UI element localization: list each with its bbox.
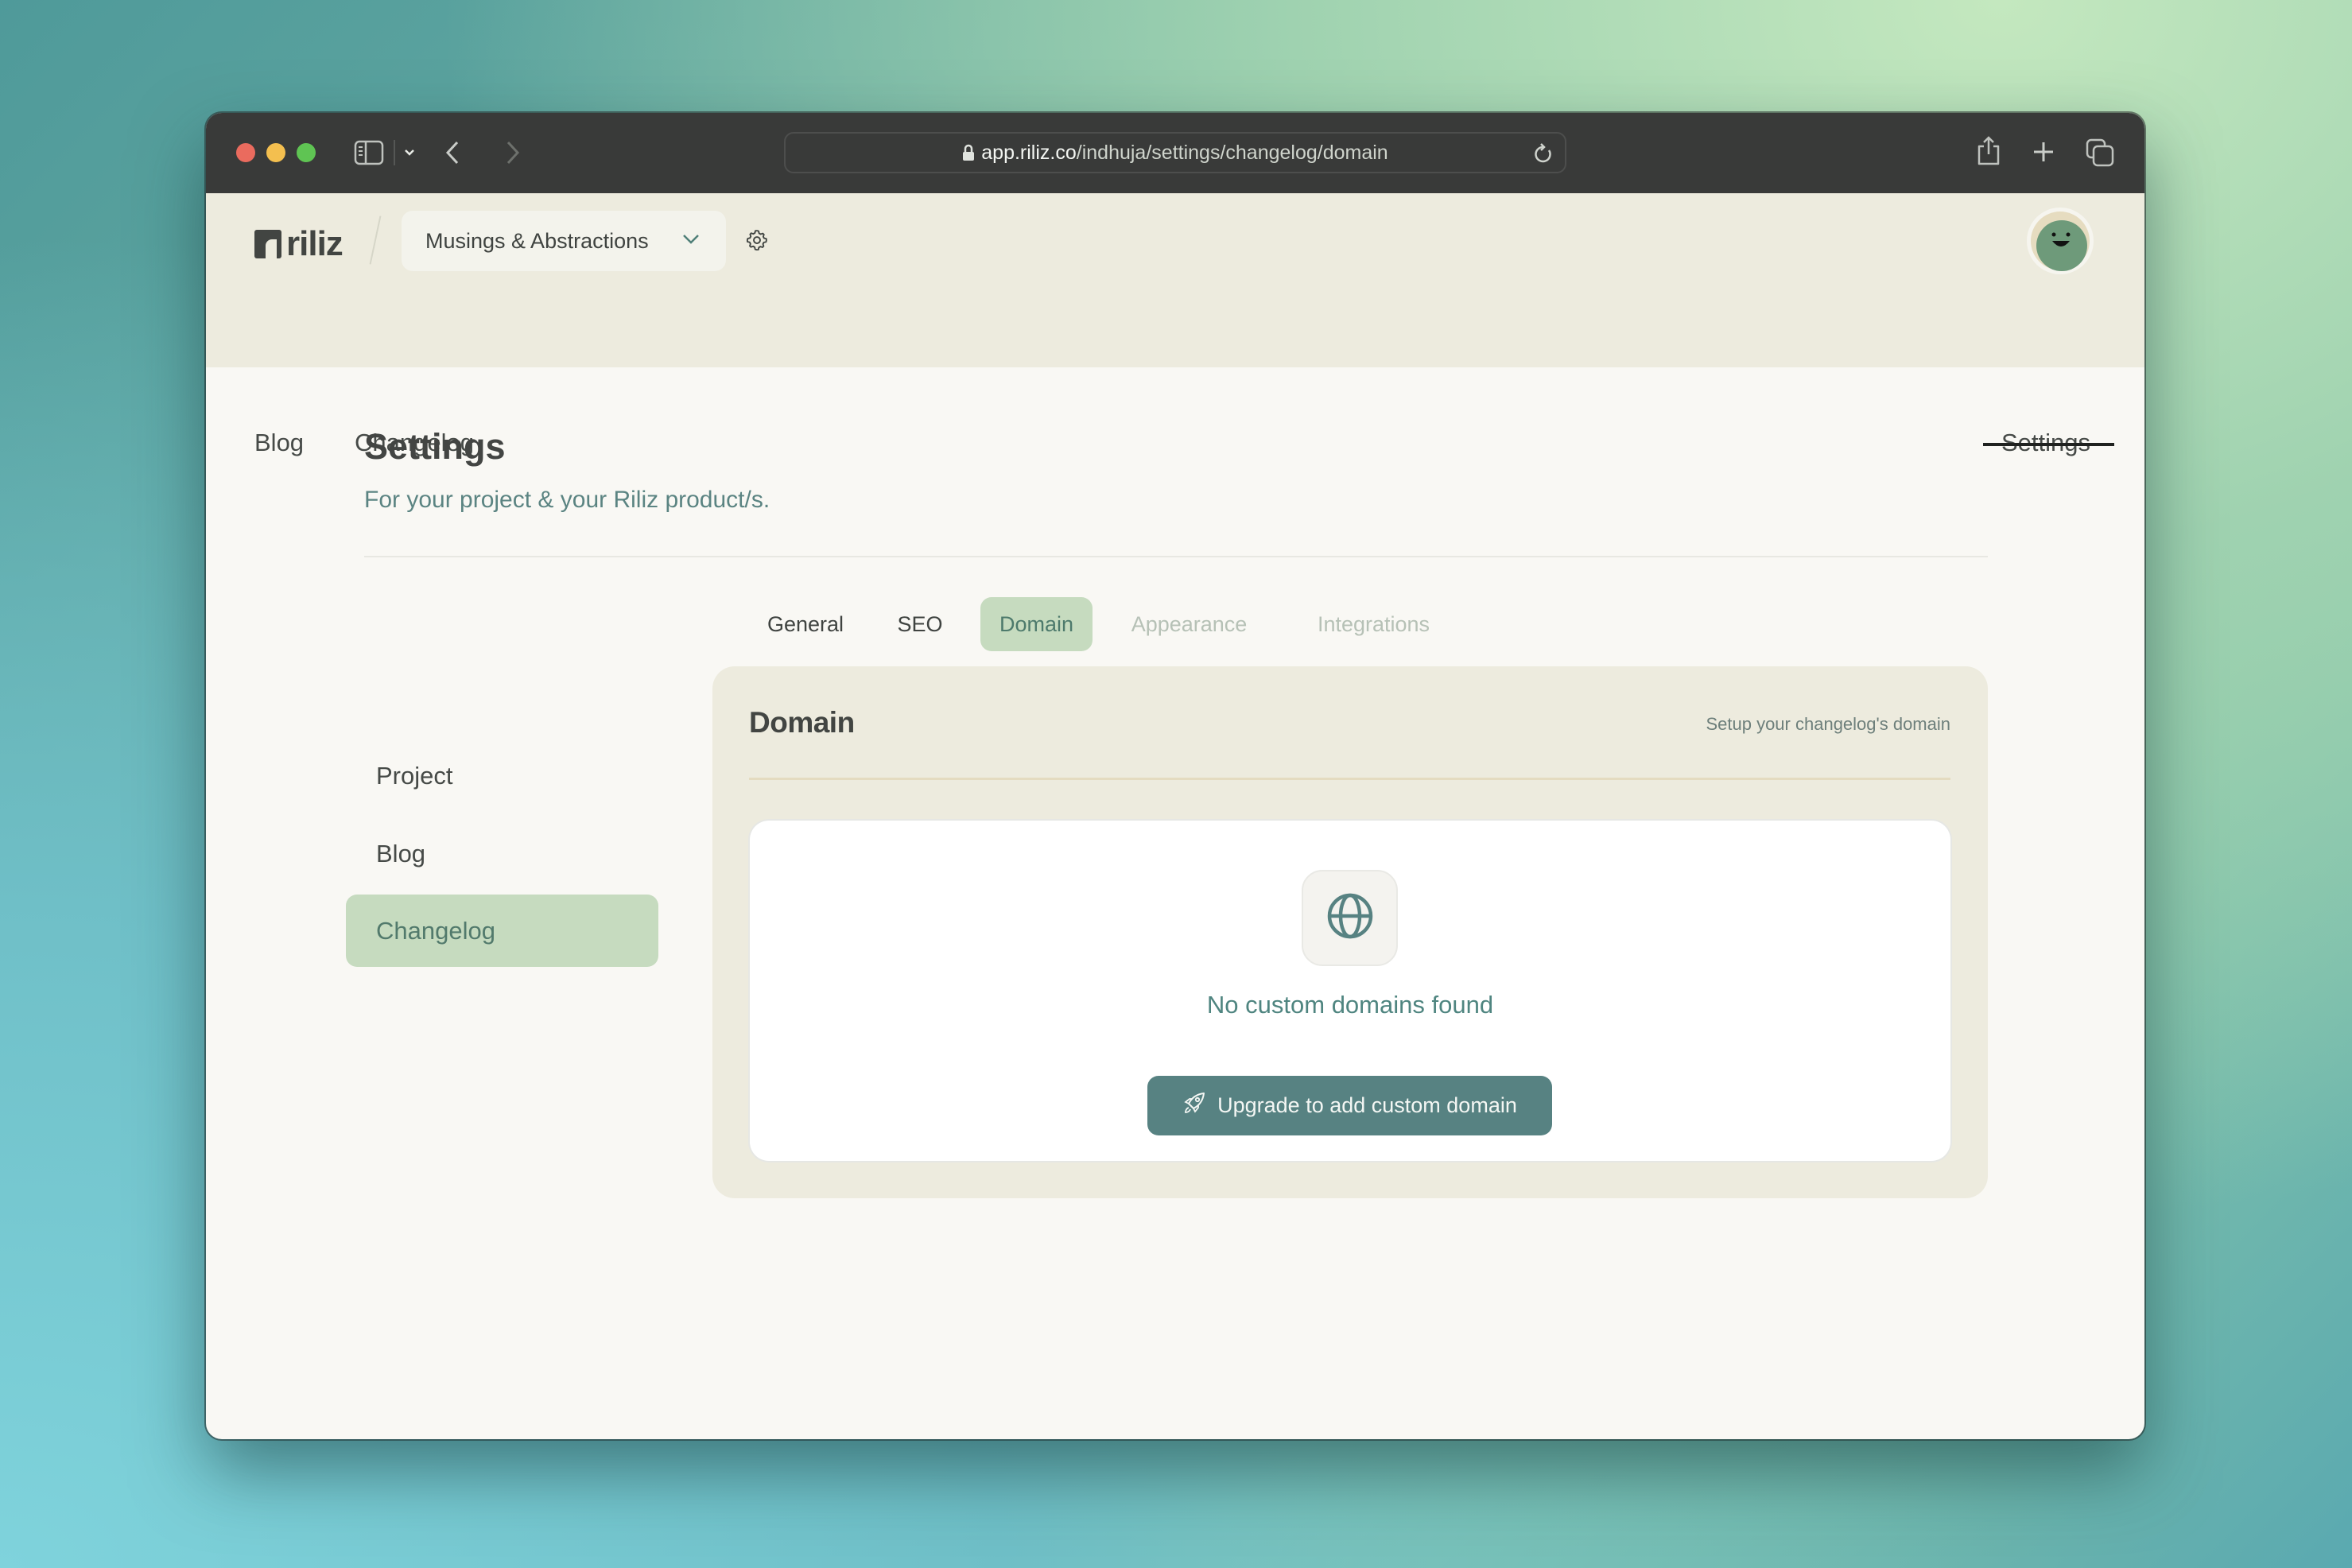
card-divider	[749, 778, 1950, 780]
chevron-down-icon	[681, 233, 701, 246]
project-name: Musings & Abstractions	[425, 228, 649, 253]
globe-icon-container	[1302, 870, 1398, 966]
lock-icon	[962, 144, 975, 161]
url-path: /indhuja/settings/changelog/domain	[1076, 141, 1388, 164]
breadcrumb-separator	[369, 215, 382, 265]
maximize-window-button[interactable]	[297, 143, 316, 162]
active-tab-indicator	[1983, 443, 2114, 446]
tab-integrations: Integrations	[1317, 611, 1430, 636]
close-window-button[interactable]	[236, 143, 255, 162]
sidebar-item-changelog[interactable]: Changelog	[346, 895, 658, 967]
tab-domain[interactable]: Domain	[980, 597, 1093, 651]
rocket-icon	[1182, 1091, 1206, 1120]
tab-seo[interactable]: SEO	[880, 597, 960, 651]
sidebar-item-project[interactable]: Project	[346, 739, 658, 812]
tab-appearance: Appearance	[1131, 611, 1248, 636]
sidebar-item-blog[interactable]: Blog	[346, 817, 658, 890]
url-host: app.riliz.co	[981, 141, 1077, 164]
address-bar[interactable]: app.riliz.co/indhuja/settings/changelog/…	[784, 132, 1566, 173]
riliz-logo[interactable]: riliz	[254, 227, 343, 262]
user-avatar[interactable]	[2027, 208, 2094, 274]
card-description: Setup your changelog's domain	[1706, 714, 1950, 734]
page-title: Settings	[364, 426, 506, 467]
page-subtitle: For your project & your Riliz product/s.	[364, 487, 770, 513]
card-title: Domain	[749, 706, 855, 739]
new-tab-icon[interactable]	[2032, 140, 2055, 164]
forward-icon[interactable]	[505, 140, 521, 165]
globe-icon	[1326, 892, 1374, 944]
chevron-down-icon[interactable]	[403, 148, 416, 157]
domain-card: Domain Setup your changelog's domain No …	[712, 666, 1988, 1198]
upgrade-button-label: Upgrade to add custom domain	[1217, 1093, 1517, 1117]
nav-blog[interactable]: Blog	[254, 429, 304, 457]
toolbar-separator	[394, 140, 395, 165]
gear-icon[interactable]	[745, 228, 769, 252]
logo-text: riliz	[286, 224, 343, 263]
tab-general[interactable]: General	[754, 597, 857, 651]
back-icon[interactable]	[444, 140, 460, 165]
project-selector[interactable]: Musings & Abstractions	[402, 211, 726, 271]
empty-state-message: No custom domains found	[1206, 991, 1494, 1019]
divider	[364, 556, 1988, 557]
browser-window: app.riliz.co/indhuja/settings/changelog/…	[206, 113, 2144, 1439]
browser-toolbar: app.riliz.co/indhuja/settings/changelog/…	[206, 113, 2144, 193]
app-header: riliz Musings & Abstractions Blog Change…	[206, 193, 2144, 456]
minimize-window-button[interactable]	[266, 143, 285, 162]
tabs-overview-icon[interactable]	[2086, 138, 2114, 167]
sidebar-toggle-icon[interactable]	[354, 140, 384, 165]
logo-mark-icon	[254, 230, 281, 258]
share-icon[interactable]	[1976, 135, 2001, 167]
empty-state-panel: No custom domains found Upgrade to add c…	[750, 821, 1950, 1161]
upgrade-button[interactable]: Upgrade to add custom domain	[1147, 1076, 1552, 1135]
reload-icon[interactable]	[1533, 143, 1554, 165]
